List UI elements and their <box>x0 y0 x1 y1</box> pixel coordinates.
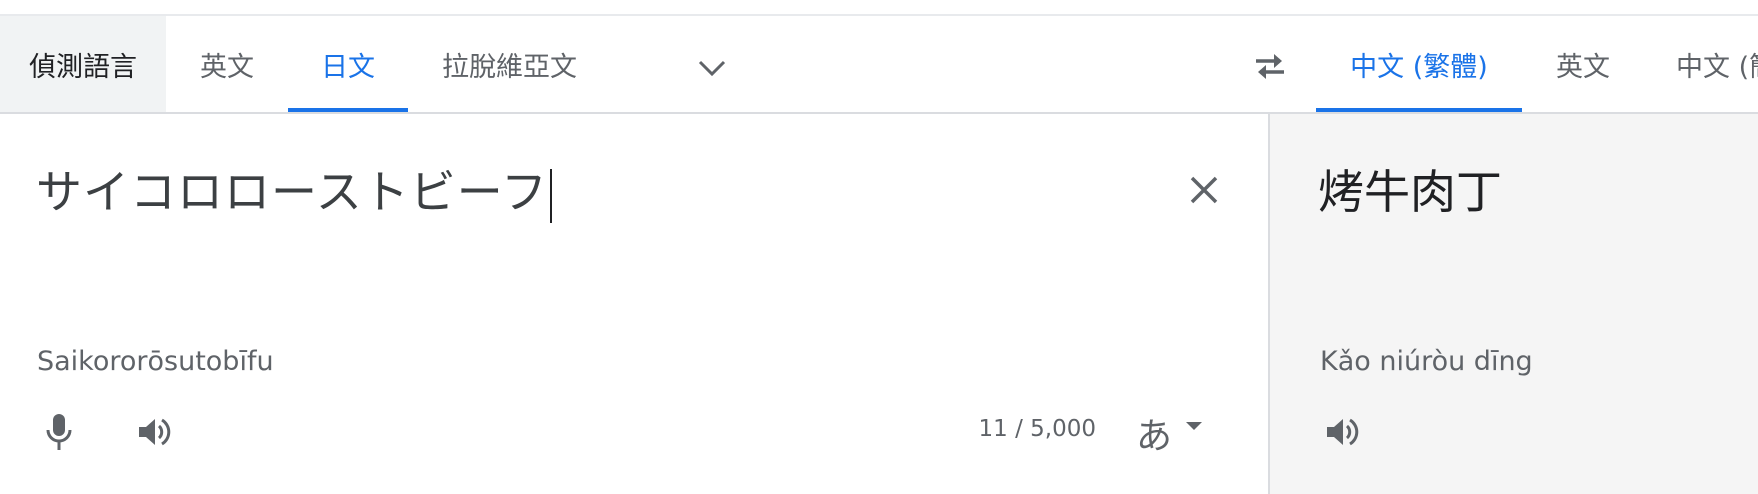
listen-source-button[interactable] <box>130 404 180 460</box>
swap-languages-button[interactable] <box>1244 40 1296 92</box>
more-source-languages-button[interactable] <box>688 44 736 92</box>
source-panel: サイコロローストビーフ Saikororōsutobīfu 11 / 5,000… <box>0 114 1268 494</box>
character-count: 11 / 5,000 <box>978 416 1096 442</box>
tab-source-japanese[interactable]: 日文 <box>288 16 408 112</box>
source-input-text: サイコロローストビーフ <box>36 165 548 219</box>
target-transliteration: Kǎo niúròu dīng <box>1320 346 1533 377</box>
tab-detect-language[interactable]: 偵測語言 <box>0 16 166 112</box>
mic-icon <box>46 414 72 450</box>
text-caret <box>549 168 552 223</box>
source-transliteration: Saikororōsutobīfu <box>37 346 274 377</box>
tab-target-chinese-traditional[interactable]: 中文 (繁體) <box>1316 16 1522 112</box>
close-icon <box>1190 176 1218 204</box>
dropdown-arrow-icon <box>1186 422 1203 430</box>
chevron-down-icon <box>698 60 726 77</box>
speaker-icon <box>1327 418 1359 446</box>
translation-panel: 烤牛肉丁 Kǎo niúròu dīng <box>1268 114 1758 494</box>
language-tab-bar: 偵測語言 英文 日文 拉脫維亞文 中文 (繁體) 英文 中文 (簡 <box>0 16 1758 112</box>
translation-output: 烤牛肉丁 <box>1318 165 1502 219</box>
voice-input-button[interactable] <box>36 404 82 460</box>
clear-source-button[interactable] <box>1176 162 1232 218</box>
speaker-icon <box>139 418 171 446</box>
tab-target-english[interactable]: 英文 <box>1522 16 1644 112</box>
tab-target-chinese-simplified[interactable]: 中文 (簡 <box>1644 16 1758 112</box>
tab-source-english[interactable]: 英文 <box>166 16 288 112</box>
tab-source-latvian[interactable]: 拉脫維亞文 <box>408 16 618 112</box>
ime-label: あ <box>1136 416 1173 457</box>
listen-translation-button[interactable] <box>1318 404 1368 460</box>
source-input[interactable]: サイコロローストビーフ <box>36 156 552 223</box>
swap-icon <box>1256 54 1284 79</box>
input-tools-button[interactable]: あ <box>1136 406 1226 460</box>
